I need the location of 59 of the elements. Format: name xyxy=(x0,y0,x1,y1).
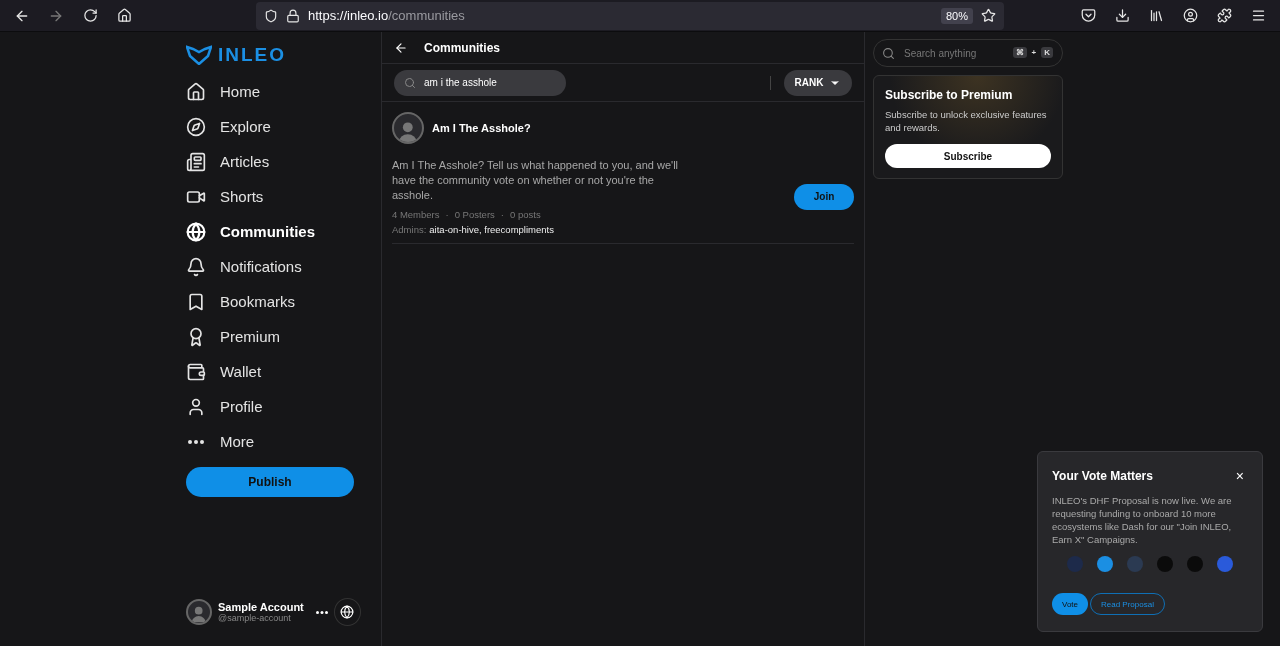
compass-icon xyxy=(186,116,206,137)
shortcut-key: K xyxy=(1041,47,1053,58)
url-text: https://inleo.io/communities xyxy=(308,8,465,23)
account-handle: @sample-account xyxy=(218,613,292,623)
logo-text: INLEO xyxy=(218,44,287,66)
shield-icon xyxy=(264,8,278,23)
subscribe-button[interactable]: Subscribe xyxy=(885,144,1051,168)
separator-dot: · xyxy=(500,209,504,220)
more-icon[interactable] xyxy=(315,610,328,614)
nav-item[interactable]: Home xyxy=(186,74,361,109)
members-count: 4 Members xyxy=(392,209,440,220)
community-avatar-icon xyxy=(392,112,424,144)
popup-text: INLEO's DHF Proposal is now live. We are requesting funding to onboard 10 more ecosystems like Dash for our "Join INLEO, Earn X" Campaigns. xyxy=(1052,494,1233,546)
admins-label: Admins: xyxy=(392,224,427,235)
nav-item[interactable]: Communities xyxy=(186,214,361,249)
premium-title: Subscribe to Premium xyxy=(885,88,1014,102)
nav-item[interactable]: Bookmarks xyxy=(186,284,361,319)
community-description: Am I The Asshole? Tell us what happened to you, and we'll have the community vote on whether or not you're the asshole. xyxy=(392,158,680,203)
more-icon xyxy=(188,439,204,444)
nav-item[interactable]: Notifications xyxy=(186,249,361,284)
shortcut-key: ⌘ xyxy=(1012,47,1027,58)
home-icon xyxy=(186,81,206,102)
search-field[interactable]: am i the asshole xyxy=(394,69,566,96)
bookmark-icon xyxy=(186,291,206,312)
nav-item[interactable]: Wallet xyxy=(186,354,361,389)
page-title: Communities xyxy=(424,40,500,55)
account-name: Sample Account xyxy=(218,601,304,613)
join-button[interactable]: Join xyxy=(794,183,854,210)
posters-count: 0 Posters xyxy=(454,209,495,220)
popup-title: Your Vote Matters xyxy=(1052,469,1153,483)
avatar-icon xyxy=(186,599,212,625)
nav-item[interactable]: Articles xyxy=(186,144,361,179)
posts-count: 0 posts xyxy=(510,209,541,220)
zoom-level[interactable]: 80% xyxy=(940,7,973,24)
address-bar[interactable]: https://inleo.io/communities 80% xyxy=(256,1,1004,30)
nav-item[interactable]: Premium xyxy=(186,319,361,354)
nav-item[interactable]: Profile xyxy=(186,389,361,424)
publish-button[interactable]: Publish xyxy=(186,467,354,497)
close-button[interactable]: × xyxy=(1231,468,1248,484)
premium-text: Subscribe to unlock exclusive features and rewards. xyxy=(885,108,1048,134)
newspaper-icon xyxy=(186,151,206,172)
separator-dot: · xyxy=(445,209,449,220)
person-icon xyxy=(186,396,206,417)
vote-button[interactable]: Vote xyxy=(1052,593,1088,615)
star-icon[interactable] xyxy=(981,8,996,23)
globe-icon xyxy=(340,605,355,619)
community-name[interactable]: Am I The Asshole? xyxy=(432,122,531,134)
wallet-icon xyxy=(186,361,206,382)
bell-icon xyxy=(186,256,206,277)
search-icon xyxy=(882,47,895,60)
shortcut-key: + xyxy=(1028,47,1040,58)
nav-item[interactable]: Explore xyxy=(186,109,361,144)
admins-list: aita-on-hive, freecompliments xyxy=(429,224,554,235)
search-icon xyxy=(404,76,416,89)
globe-icon xyxy=(186,221,206,242)
nav-item[interactable]: More xyxy=(186,424,361,459)
lock-icon xyxy=(286,8,300,23)
nav-item[interactable]: Shorts xyxy=(186,179,361,214)
rank-dropdown[interactable]: RANK xyxy=(784,69,852,96)
